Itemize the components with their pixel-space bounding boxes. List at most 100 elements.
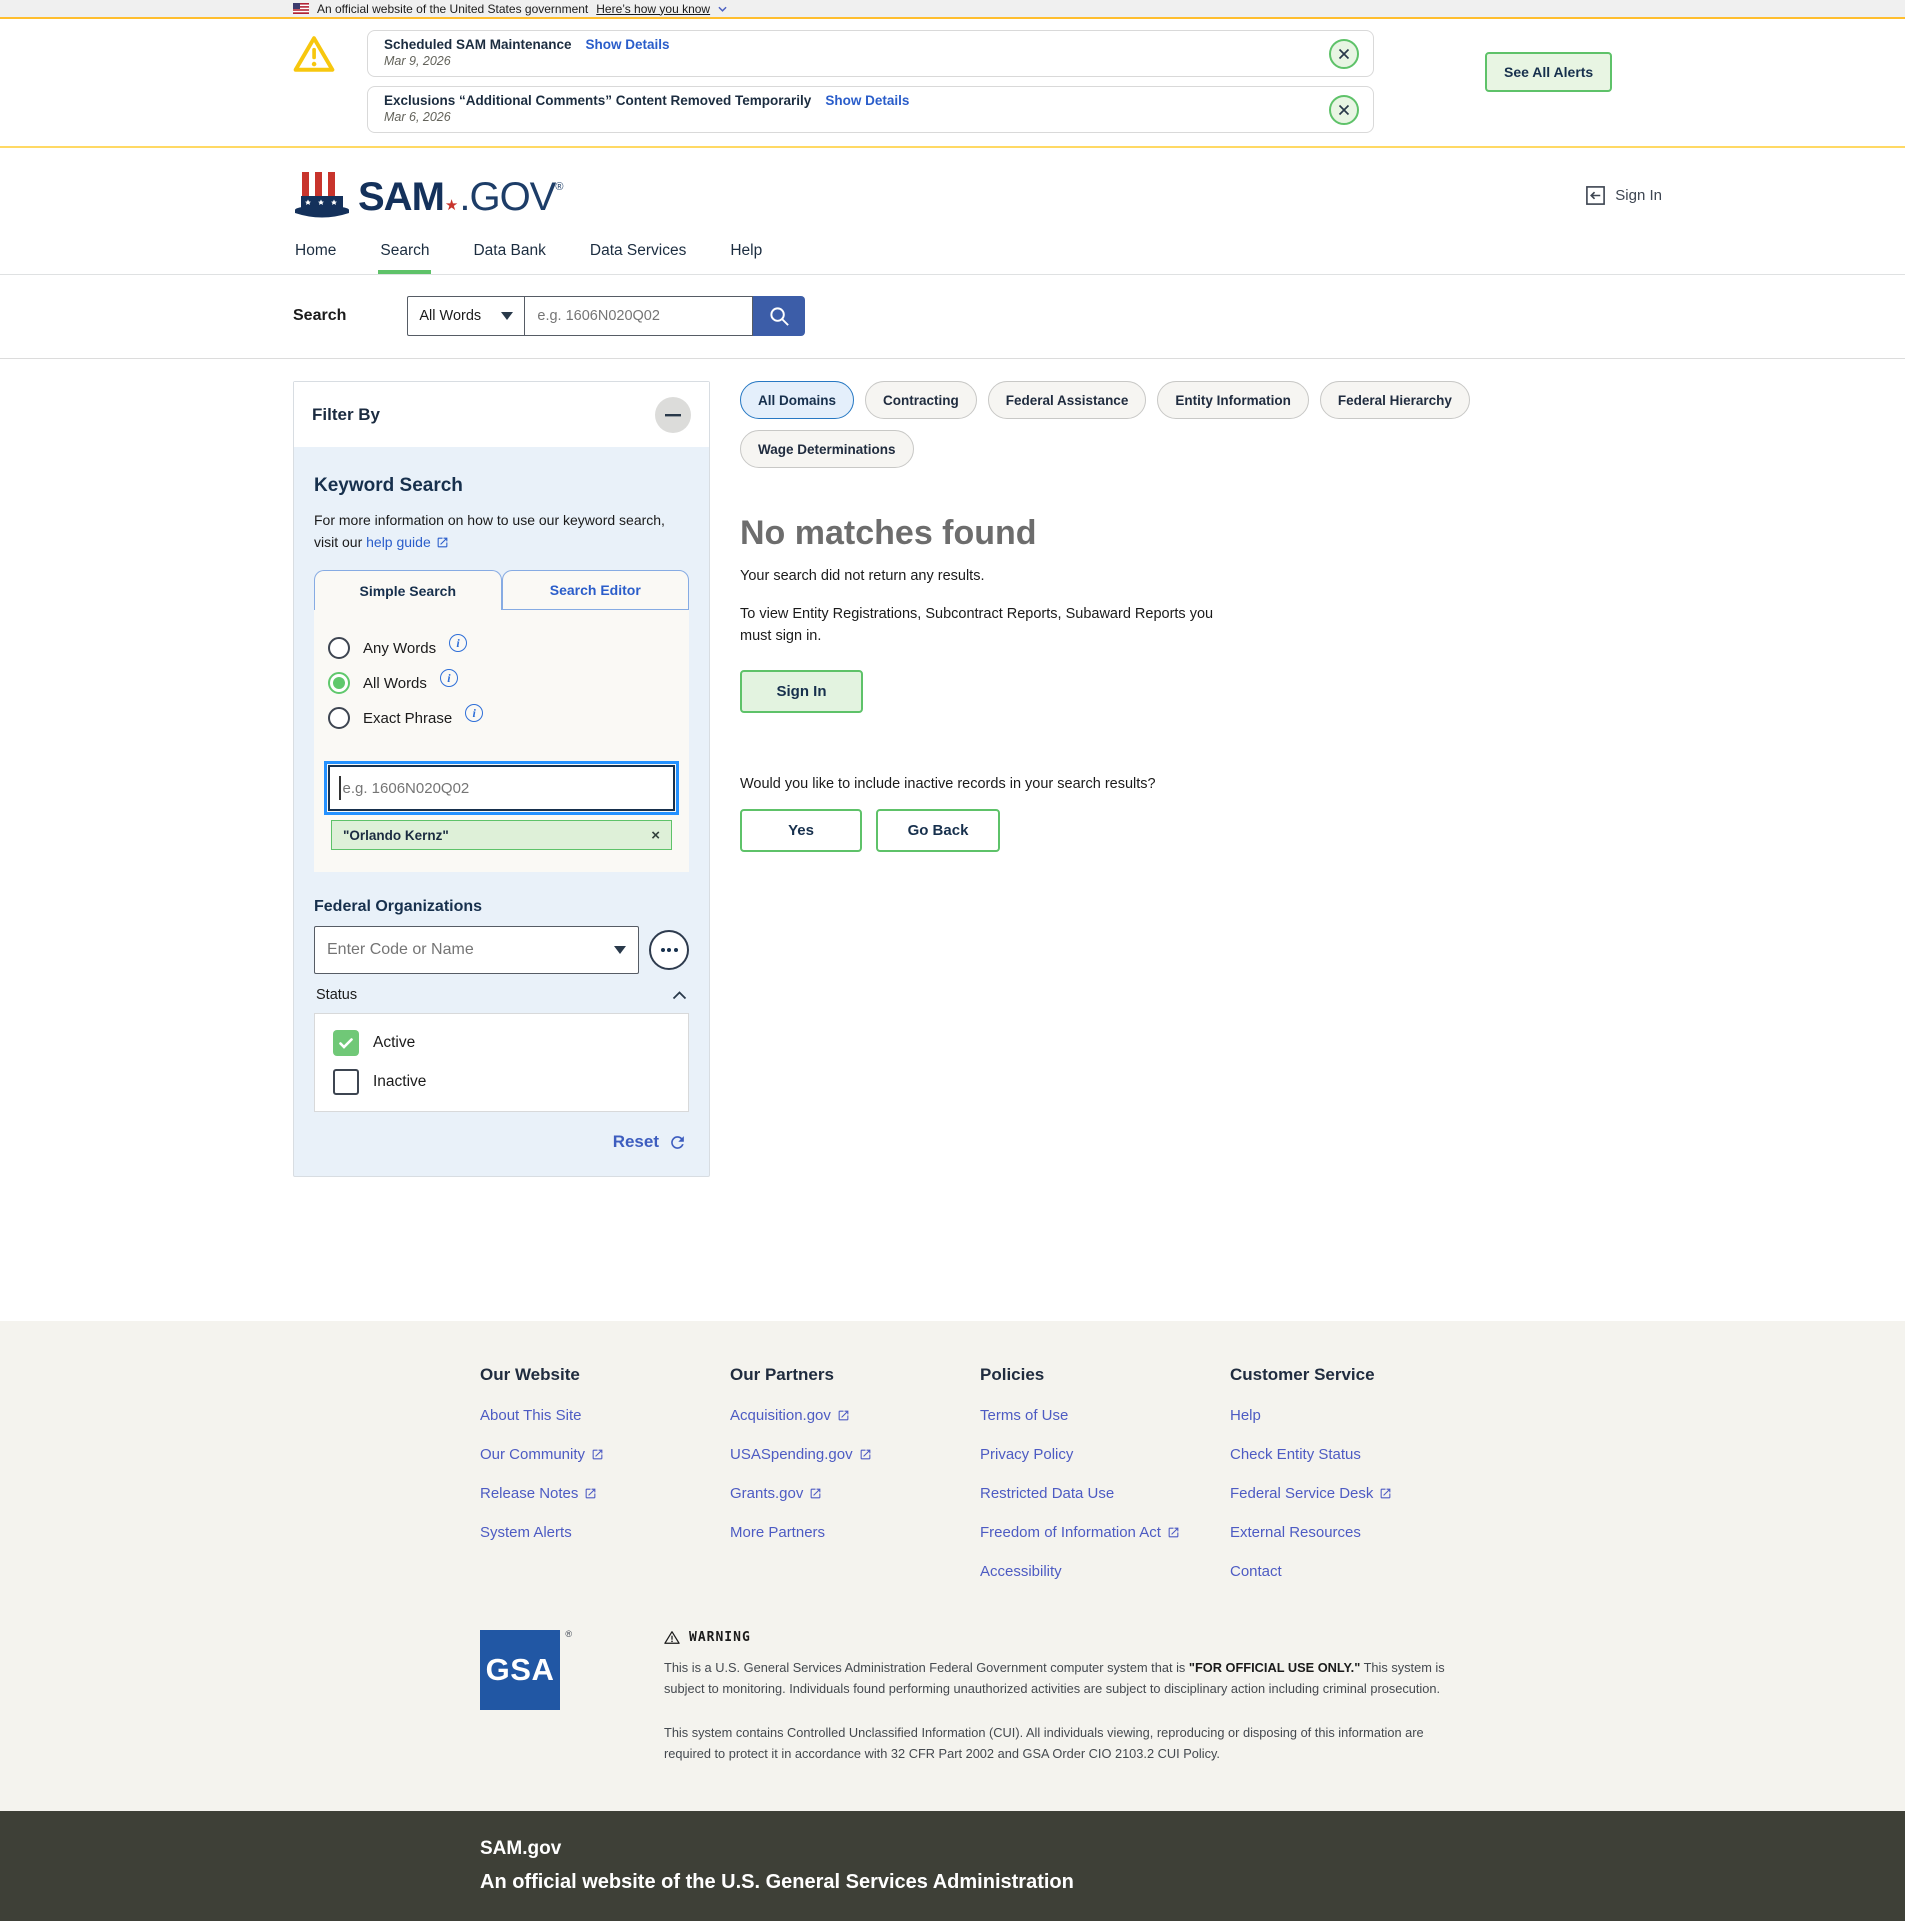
nav-item-data-services[interactable]: Data Services (588, 234, 688, 274)
search-submit-button[interactable] (753, 296, 805, 336)
footer-link-system-alerts[interactable]: System Alerts (480, 1524, 572, 1541)
radio-exact-phrase[interactable] (328, 707, 350, 729)
footer-link-accessibility[interactable]: Accessibility (980, 1563, 1062, 1580)
footer-link-restricted-data-use[interactable]: Restricted Data Use (980, 1485, 1114, 1502)
footer-link-foia[interactable]: Freedom of Information Act (980, 1524, 1180, 1541)
footer-link-privacy-policy[interactable]: Privacy Policy (980, 1446, 1073, 1463)
domain-tab-contracting[interactable]: Contracting (865, 381, 977, 419)
footer-link-check-entity-status[interactable]: Check Entity Status (1230, 1446, 1361, 1463)
federal-orgs-input[interactable] (314, 926, 639, 974)
alert-exclusions: Exclusions “Additional Comments” Content… (367, 86, 1374, 133)
close-alert-button[interactable] (1329, 39, 1359, 69)
radio-any-words[interactable] (328, 637, 350, 659)
alert-title: Scheduled SAM Maintenance (384, 37, 572, 52)
domain-tab-wage-determinations[interactable]: Wage Determinations (740, 430, 914, 468)
info-icon[interactable]: i (465, 704, 483, 722)
keyword-input[interactable]: e.g. 1606N020Q02 (328, 765, 675, 811)
warning-paragraph-2: This system contains Controlled Unclassi… (664, 1723, 1464, 1764)
domain-tab-federal-assistance[interactable]: Federal Assistance (988, 381, 1147, 419)
warning-title: WARNING (689, 1630, 751, 1645)
minus-icon (665, 414, 681, 417)
external-link-icon (584, 1487, 597, 1500)
footer-col-policies: Policies Terms of Use Privacy Policy Res… (980, 1365, 1230, 1580)
external-link-icon (1167, 1526, 1180, 1539)
simple-search-content: Any Words i All Words i Exact Phrase i e… (314, 610, 689, 872)
alerts-section: Scheduled SAM Maintenance Show Details M… (0, 19, 1905, 148)
sign-in-label: Sign In (1615, 187, 1662, 204)
sign-in-button[interactable]: Sign In (740, 670, 863, 713)
alert-date: Mar 6, 2026 (384, 110, 1313, 124)
checkbox-active[interactable] (333, 1030, 359, 1056)
keyword-input-placeholder: e.g. 1606N020Q02 (343, 780, 470, 797)
close-icon (1338, 48, 1350, 60)
show-details-link[interactable]: Show Details (586, 37, 670, 52)
search-input[interactable] (525, 296, 753, 336)
footer-link-federal-service-desk[interactable]: Federal Service Desk (1230, 1485, 1392, 1502)
reset-filters-button[interactable]: Reset (314, 1132, 689, 1152)
footer-link-grants-gov[interactable]: Grants.gov (730, 1485, 822, 1502)
nav-item-search[interactable]: Search (378, 234, 431, 274)
tab-simple-search[interactable]: Simple Search (314, 570, 502, 610)
header-sign-in-link[interactable]: Sign In (1585, 185, 1662, 206)
check-icon (339, 1038, 353, 1049)
text-cursor (339, 776, 341, 800)
footer-link-our-community[interactable]: Our Community (480, 1446, 604, 1463)
status-checkbox-group: Active Inactive (314, 1013, 689, 1112)
alert-title: Exclusions “Additional Comments” Content… (384, 93, 811, 108)
search-bar: Search All Words (0, 275, 1905, 359)
brand-gov: .GOV (459, 175, 555, 220)
external-link-icon (591, 1448, 604, 1461)
collapse-filter-button[interactable] (655, 397, 691, 433)
footer-link-terms-of-use[interactable]: Terms of Use (980, 1407, 1068, 1424)
nav-item-home[interactable]: Home (293, 234, 338, 274)
show-details-link[interactable]: Show Details (825, 93, 909, 108)
chevron-down-icon (718, 6, 727, 12)
external-link-icon (809, 1487, 822, 1500)
domain-tab-entity-information[interactable]: Entity Information (1157, 381, 1309, 419)
gsa-logo: GSA ® (480, 1630, 560, 1710)
domain-tab-federal-hierarchy[interactable]: Federal Hierarchy (1320, 381, 1470, 419)
footer-link-release-notes[interactable]: Release Notes (480, 1485, 597, 1502)
external-link-icon (1379, 1487, 1392, 1500)
registered-mark: ® (565, 1629, 572, 1639)
help-guide-link[interactable]: help guide (366, 532, 449, 554)
alert-date: Mar 9, 2026 (384, 54, 1313, 68)
checkbox-inactive[interactable] (333, 1069, 359, 1095)
footer-link-about-this-site[interactable]: About This Site (480, 1407, 581, 1424)
how-you-know-link[interactable]: Here’s how you know (596, 2, 710, 16)
us-flag-icon (293, 3, 309, 14)
see-all-alerts-button[interactable]: See All Alerts (1485, 52, 1612, 92)
go-back-button[interactable]: Go Back (876, 809, 1000, 852)
domain-tab-all-domains[interactable]: All Domains (740, 381, 854, 419)
close-alert-button[interactable] (1329, 95, 1359, 125)
footer-link-usaspending-gov[interactable]: USASpending.gov (730, 1446, 872, 1463)
footer-link-external-resources[interactable]: External Resources (1230, 1524, 1361, 1541)
footer-link-acquisition-gov[interactable]: Acquisition.gov (730, 1407, 850, 1424)
ellipsis-icon (661, 948, 665, 952)
chevron-up-icon (672, 991, 687, 1000)
info-icon[interactable]: i (449, 634, 467, 652)
tab-search-editor[interactable]: Search Editor (502, 570, 690, 610)
nav-item-data-bank[interactable]: Data Bank (471, 234, 547, 274)
footer-site-name: SAM.gov (480, 1838, 1905, 1860)
federal-orgs-heading: Federal Organizations (314, 898, 689, 916)
results-section: All Domains Contracting Federal Assistan… (740, 381, 1580, 852)
nav-item-help[interactable]: Help (728, 234, 764, 274)
sign-in-icon (1585, 185, 1606, 206)
info-icon[interactable]: i (440, 669, 458, 687)
remove-chip-icon[interactable]: × (651, 827, 660, 844)
status-section-toggle[interactable]: Status (314, 987, 689, 1003)
search-type-select[interactable]: All Words (407, 296, 525, 336)
footer-col-our-partners: Our Partners Acquisition.gov USASpending… (730, 1365, 980, 1580)
more-options-button[interactable] (649, 930, 689, 970)
gov-banner-text: An official website of the United States… (317, 2, 588, 16)
footer-link-contact[interactable]: Contact (1230, 1563, 1282, 1580)
sam-gov-logo[interactable]: SAM ★ .GOV ® (293, 170, 563, 220)
keyword-chip: "Orlando Kernz" × (331, 820, 672, 850)
search-type-value: All Words (419, 308, 481, 324)
yes-button[interactable]: Yes (740, 809, 862, 852)
footer-link-help[interactable]: Help (1230, 1407, 1261, 1424)
brand-sam: SAM (358, 175, 444, 220)
radio-all-words[interactable] (328, 672, 350, 694)
footer-link-more-partners[interactable]: More Partners (730, 1524, 825, 1541)
